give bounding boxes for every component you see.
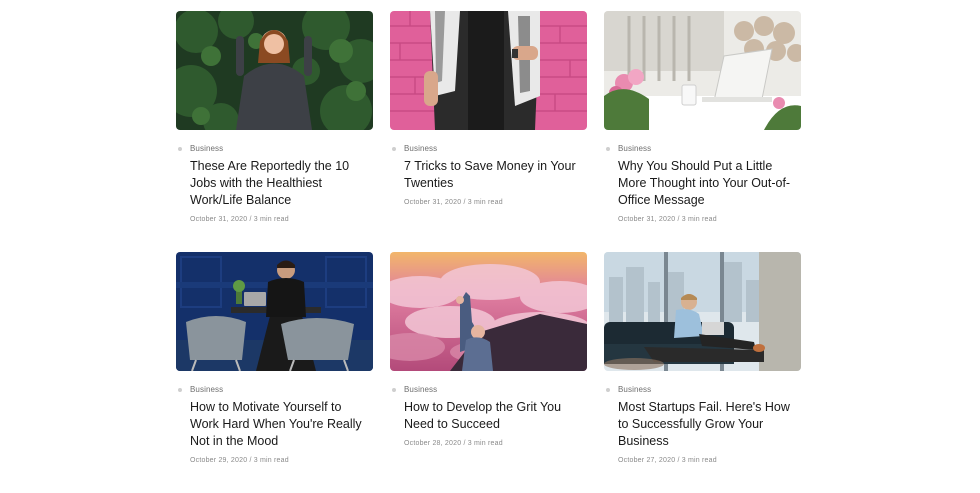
post-date: October 31, 2020 bbox=[190, 216, 248, 223]
post-meta: October 27, 2020 / 3 min read bbox=[618, 457, 801, 464]
post-date: October 29, 2020 bbox=[190, 457, 248, 464]
post-meta: October 29, 2020 / 3 min read bbox=[190, 457, 373, 464]
post-title[interactable]: These Are Reportedly the 10 Jobs with th… bbox=[190, 158, 370, 209]
post-grid: Business These Are Reportedly the 10 Job… bbox=[176, 11, 801, 493]
post-thumbnail[interactable] bbox=[176, 252, 373, 371]
post-title[interactable]: Why You Should Put a Little More Thought… bbox=[618, 158, 798, 209]
post-card: Business How to Develop the Grit You Nee… bbox=[390, 252, 587, 493]
category-dot-icon bbox=[606, 147, 610, 151]
post-read-time: 3 min read bbox=[467, 440, 503, 447]
post-read-time: 3 min read bbox=[253, 216, 289, 223]
post-card: Business These Are Reportedly the 10 Job… bbox=[176, 11, 373, 252]
post-thumbnail[interactable] bbox=[390, 11, 587, 130]
post-date: October 31, 2020 bbox=[404, 199, 462, 206]
category-dot-icon bbox=[392, 147, 396, 151]
post-category[interactable]: Business bbox=[604, 385, 801, 394]
meta-separator: / bbox=[463, 440, 466, 447]
post-thumbnail[interactable] bbox=[390, 252, 587, 371]
meta-separator: / bbox=[463, 199, 466, 206]
post-read-time: 3 min read bbox=[681, 457, 717, 464]
post-meta: October 31, 2020 / 3 min read bbox=[404, 199, 587, 206]
meta-separator: / bbox=[249, 457, 252, 464]
category-dot-icon bbox=[178, 147, 182, 151]
post-meta: October 28, 2020 / 3 min read bbox=[404, 440, 587, 447]
post-thumbnail[interactable] bbox=[176, 11, 373, 130]
post-card: Business Why You Should Put a Little Mor… bbox=[604, 11, 801, 252]
category-dot-icon bbox=[392, 388, 396, 392]
post-read-time: 3 min read bbox=[681, 216, 717, 223]
post-title[interactable]: Most Startups Fail. Here's How to Succes… bbox=[618, 399, 798, 450]
post-thumbnail[interactable] bbox=[604, 252, 801, 371]
post-date: October 31, 2020 bbox=[618, 216, 676, 223]
post-date: October 27, 2020 bbox=[618, 457, 676, 464]
category-dot-icon bbox=[178, 388, 182, 392]
post-category[interactable]: Business bbox=[390, 385, 587, 394]
post-card: Business Most Startups Fail. Here's How … bbox=[604, 252, 801, 493]
post-read-time: 3 min read bbox=[467, 199, 503, 206]
post-category[interactable]: Business bbox=[604, 144, 801, 153]
post-meta: October 31, 2020 / 3 min read bbox=[190, 216, 373, 223]
post-thumbnail[interactable] bbox=[604, 11, 801, 130]
post-card: Business 7 Tricks to Save Money in Your … bbox=[390, 11, 587, 252]
post-title[interactable]: How to Motivate Yourself to Work Hard Wh… bbox=[190, 399, 370, 450]
meta-separator: / bbox=[249, 216, 252, 223]
meta-separator: / bbox=[677, 457, 680, 464]
post-read-time: 3 min read bbox=[253, 457, 289, 464]
meta-separator: / bbox=[677, 216, 680, 223]
post-category[interactable]: Business bbox=[176, 385, 373, 394]
post-category[interactable]: Business bbox=[176, 144, 373, 153]
post-category[interactable]: Business bbox=[390, 144, 587, 153]
post-title[interactable]: 7 Tricks to Save Money in Your Twenties bbox=[404, 158, 584, 192]
post-title[interactable]: How to Develop the Grit You Need to Succ… bbox=[404, 399, 584, 433]
category-dot-icon bbox=[606, 388, 610, 392]
post-meta: October 31, 2020 / 3 min read bbox=[618, 216, 801, 223]
post-card: Business How to Motivate Yourself to Wor… bbox=[176, 252, 373, 493]
post-date: October 28, 2020 bbox=[404, 440, 462, 447]
